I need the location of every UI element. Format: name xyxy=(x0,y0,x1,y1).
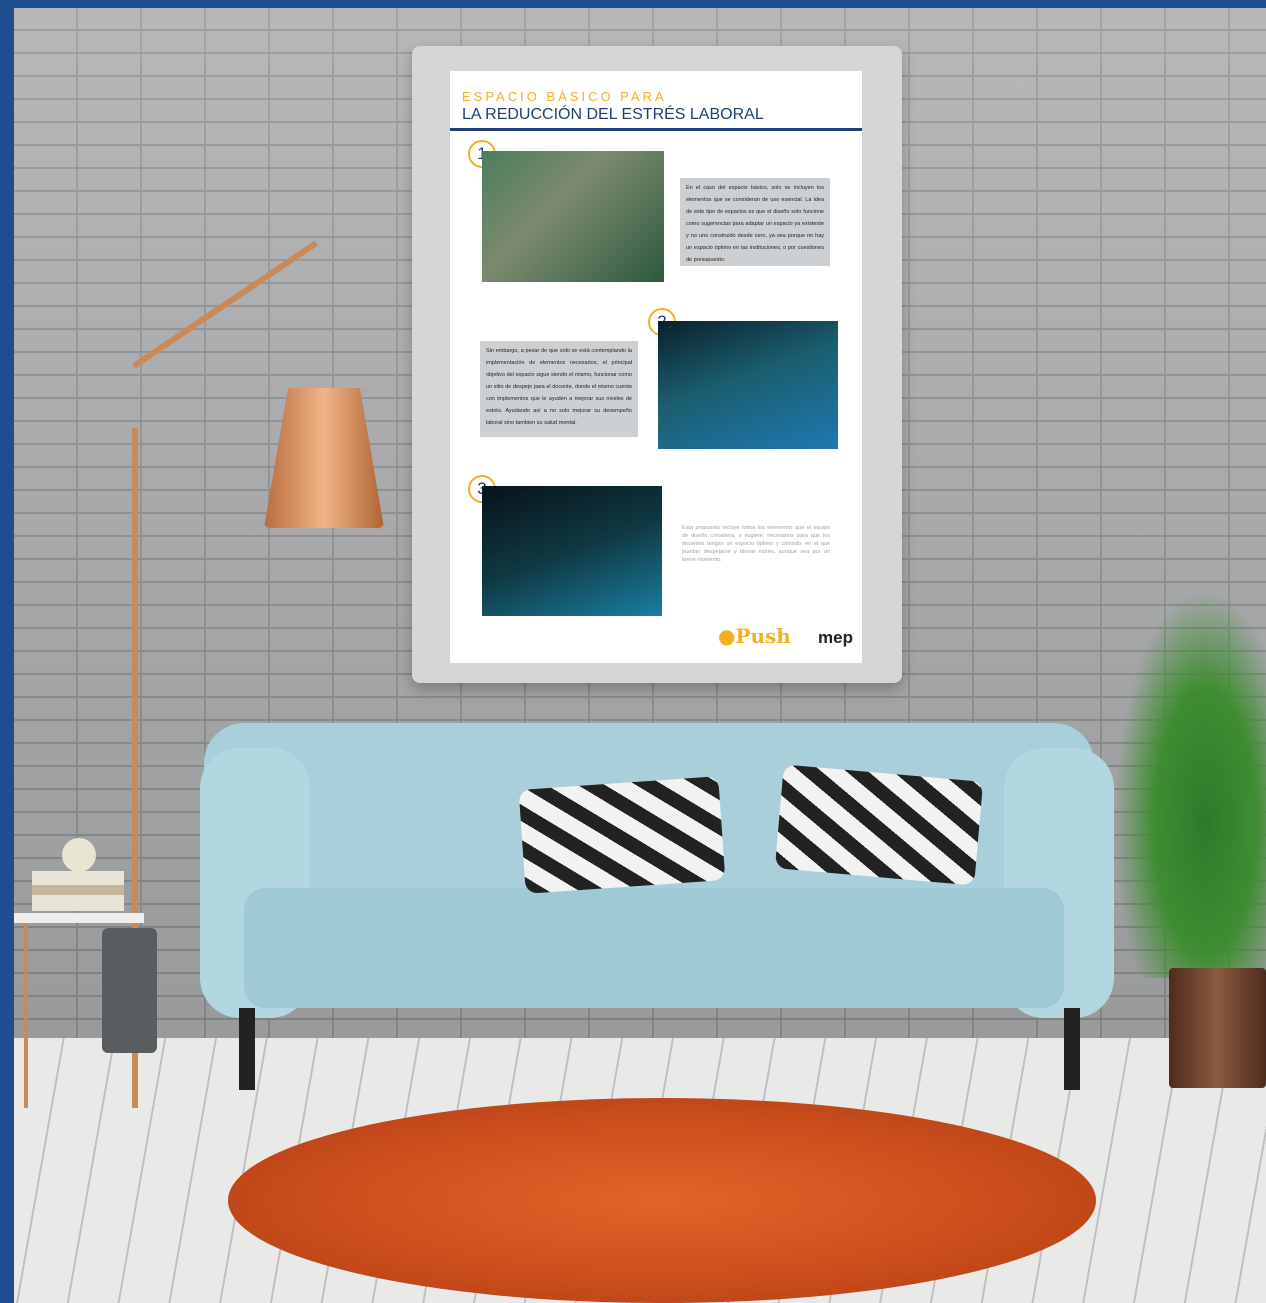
vase xyxy=(62,838,96,872)
render-image-3 xyxy=(482,486,662,616)
mep-logo: mep xyxy=(818,628,853,647)
poster-frame: ESPACIO BÁSICO PARA LA REDUCCIÓN DEL EST… xyxy=(412,46,902,683)
title-divider xyxy=(450,128,862,131)
room-scene: ESPACIO BÁSICO PARA LA REDUCCIÓN DEL EST… xyxy=(14,8,1266,1303)
orange-rug xyxy=(228,1098,1096,1303)
render-image-2 xyxy=(658,321,838,449)
side-table-top xyxy=(14,913,144,923)
push-logo: ●Push xyxy=(718,624,791,648)
zebra-pillow xyxy=(518,776,726,894)
poster: ESPACIO BÁSICO PARA LA REDUCCIÓN DEL EST… xyxy=(450,71,862,663)
sofa-leg xyxy=(1064,1008,1080,1090)
concrete-stool xyxy=(102,928,157,1053)
poster-supertitle: ESPACIO BÁSICO PARA xyxy=(462,89,667,104)
sofa-leg xyxy=(239,1008,255,1090)
book-stack xyxy=(32,871,124,911)
palm-plant xyxy=(1114,588,1266,978)
sofa-seat xyxy=(244,888,1064,1008)
section-text-3: Esta propuesta incluye todos los element… xyxy=(682,525,830,563)
zebra-pillow xyxy=(774,764,984,886)
side-table-leg xyxy=(24,923,28,1108)
section-text-1: En el caso del espacio básico, solo se i… xyxy=(680,178,830,266)
render-image-1 xyxy=(482,151,664,282)
poster-title: LA REDUCCIÓN DEL ESTRÉS LABORAL xyxy=(462,106,764,123)
section-text-2: Sin embargo, a pesar de que solo se está… xyxy=(480,341,638,437)
plant-pot xyxy=(1169,968,1266,1088)
